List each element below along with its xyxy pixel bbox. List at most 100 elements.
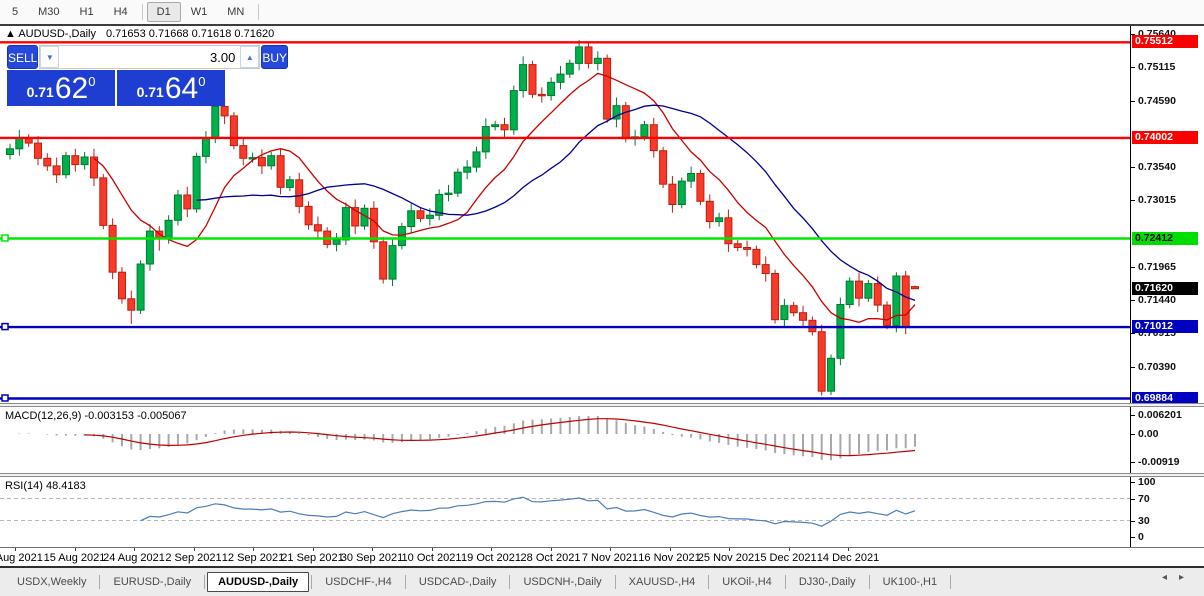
ask-price-big: 64	[164, 72, 199, 105]
date-tick-mark	[15, 548, 16, 551]
axis-tick-mark	[1131, 521, 1135, 522]
date-tick-label: 28 Oct 2021	[520, 552, 581, 564]
date-tick-mark	[550, 548, 552, 551]
tab-usdx-weekly[interactable]: USDX,Weekly	[6, 572, 97, 592]
date-tick-mark	[610, 548, 611, 551]
rsi-panel[interactable]: RSI(14) 48.4183	[0, 477, 1130, 547]
axis-tick-label: -0.00919	[1138, 456, 1180, 468]
axis-tick-label: 100	[1138, 477, 1156, 488]
rsi-label: RSI(14) 48.4183	[5, 480, 86, 492]
timeframe-m30[interactable]: M30	[28, 2, 69, 22]
timeframe-h1[interactable]: H1	[70, 2, 104, 22]
bid-price-big: 62	[54, 72, 89, 105]
date-tick-label: 10 Oct 2021	[401, 552, 462, 564]
macd-panel[interactable]: MACD(12,26,9) -0.003153 -0.005067	[0, 407, 1130, 473]
axis-tick-label: 0.73015	[1138, 194, 1176, 206]
axis-tick-label: 0.71965	[1138, 261, 1176, 273]
toolbar-separator	[258, 4, 260, 20]
axis-tick-mark	[1131, 267, 1135, 268]
date-axis: 5 Aug 202115 Aug 202124 Aug 20212 Sep 20…	[0, 547, 1204, 566]
timeframe-mn[interactable]: MN	[217, 2, 254, 22]
sell-button[interactable]: SELL	[7, 45, 39, 69]
price-axis: 0.75640 0.75115 0.74590 0.73540 0.73015 0.719…	[1130, 26, 1204, 403]
timeframe-w1[interactable]: W1	[181, 2, 218, 22]
tab-xauusd-h4[interactable]: XAUUSD-,H4	[618, 572, 707, 592]
tab-dj30-daily[interactable]: DJ30-,Daily	[788, 572, 867, 592]
tab-separator	[614, 575, 616, 589]
axis-tick-mark	[1131, 499, 1135, 500]
volume-increase-icon[interactable]: ▲	[240, 46, 260, 68]
axis-tick-mark	[1131, 333, 1135, 334]
volume-input[interactable]	[59, 46, 241, 68]
date-tick-label: 21 Sep 2021	[281, 552, 344, 564]
timeframe-h4[interactable]: H4	[104, 2, 138, 22]
axis-tick-mark	[1131, 167, 1135, 168]
date-tick-label: 14 Dec 2021	[816, 552, 880, 564]
tab-separator	[204, 575, 206, 589]
date-tick-mark	[729, 548, 730, 551]
axis-tick-mark	[1131, 482, 1135, 483]
timeframe-5[interactable]: 5	[2, 2, 28, 22]
tab-ukoil-h4[interactable]: UKOil-,H4	[711, 572, 783, 592]
line-drag-handle[interactable]	[1, 234, 9, 242]
tab-eurusd-daily[interactable]: EURUSD-,Daily	[102, 572, 202, 592]
axis-tick-label: 0.71440	[1138, 294, 1176, 306]
tab-separator	[99, 575, 101, 589]
chart-title: ▲ AUDUSD-,Daily 0.71653 0.71668 0.71618 0…	[5, 28, 274, 40]
date-tick-mark	[431, 548, 433, 551]
axis-tick-mark	[1131, 67, 1135, 68]
axis-tick-mark	[1131, 434, 1135, 435]
volume-decrease-icon[interactable]: ▼	[40, 46, 60, 68]
ask-price-display[interactable]: 0.71 64 0	[117, 70, 225, 106]
timeframe-d1[interactable]: D1	[146, 2, 181, 22]
tab-separator	[784, 575, 786, 589]
date-tick-mark	[134, 548, 135, 551]
axis-tick-mark	[1131, 300, 1135, 301]
tab-separator	[311, 575, 313, 589]
timeframe-toolbar: 5 M30 H1 H4 D1 W1 MN	[0, 0, 1204, 24]
axis-tick-label: 30	[1138, 515, 1150, 527]
ma-21-line	[196, 104, 916, 302]
tab-scroll-arrows[interactable]: ◂▸	[1162, 572, 1196, 583]
axis-tick-mark	[1131, 462, 1135, 463]
line-drag-handle[interactable]	[1, 322, 9, 331]
buy-button[interactable]: BUY	[261, 45, 289, 69]
date-tick-label: 25 Nov 2021	[697, 552, 761, 564]
tab-usdcnh-daily[interactable]: USDCNH-,Daily	[512, 572, 612, 592]
tab-usdcad-daily[interactable]: USDCAD-,Daily	[408, 572, 508, 592]
date-tick-label: 7 Nov 2021	[581, 552, 639, 564]
axis-tick-mark	[1131, 367, 1135, 368]
tab-usdchf-h4[interactable]: USDCHF-,H4	[314, 572, 403, 592]
price-badge: 0.71620	[1132, 282, 1198, 295]
tab-separator	[868, 575, 870, 589]
axis-tick-label: 0.006201	[1138, 409, 1182, 421]
main-chart-plot[interactable]: ▲ AUDUSD-,Daily 0.71653 0.71668 0.71618 0…	[0, 26, 1130, 403]
date-tick-mark	[372, 548, 373, 551]
date-tick-mark	[312, 548, 314, 551]
date-tick-mark	[788, 548, 790, 551]
chart-ohlc-values: 0.71653 0.71668 0.71618 0.71620	[105, 28, 275, 40]
date-tick-mark	[669, 548, 671, 551]
axis-tick-label: 0.70390	[1138, 361, 1176, 373]
volume-spinner: ▼ ▲	[39, 45, 261, 69]
tab-audusd-daily[interactable]: AUDUSD-,Daily	[207, 572, 310, 592]
date-tick-mark	[193, 548, 195, 551]
ask-price-prefix: 0.71	[136, 84, 164, 100]
macd-signal-line	[84, 418, 916, 457]
chart-window: ▲ AUDUSD-,Daily 0.71653 0.71668 0.71618 0…	[0, 24, 1204, 596]
tab-uk100-h1[interactable]: UK100-,H1	[872, 572, 948, 592]
line-drag-handle[interactable]	[1, 394, 9, 402]
date-tick-mark	[253, 548, 254, 551]
axis-tick-mark	[1131, 200, 1135, 201]
price-badge: 0.69884	[1132, 392, 1198, 403]
axis-tick-mark	[1131, 415, 1135, 416]
date-tick-label: 16 Nov 2021	[638, 552, 701, 564]
date-tick-label: 19 Oct 2021	[461, 552, 521, 564]
bid-price-display[interactable]: 0.71 62 0	[7, 70, 115, 106]
date-tick-mark	[74, 548, 76, 551]
collapse-arrow-icon[interactable]: ▲	[5, 28, 16, 40]
tab-separator	[950, 575, 952, 589]
date-tick-label: 30 Sep 2021	[340, 552, 404, 564]
rsi-chart	[0, 496, 1130, 527]
axis-tick-label: 0.00	[1138, 428, 1159, 440]
